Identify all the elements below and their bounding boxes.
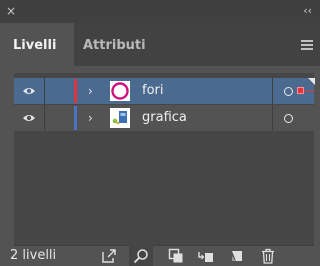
new-sublayer-icon[interactable] (198, 248, 214, 264)
lock-toggle[interactable] (44, 105, 75, 131)
target-cell[interactable] (272, 105, 315, 131)
search-button[interactable] (129, 245, 153, 266)
layer-row-fori[interactable]: › fori (14, 78, 315, 104)
layer-color-bar (74, 106, 77, 130)
layers-panel: × ‹‹ Livelli Attributi › fori › grafica … (0, 0, 320, 266)
export-icon[interactable] (101, 248, 117, 264)
tab-livelli[interactable]: Livelli (0, 23, 74, 66)
clipping-mask-icon[interactable] (168, 248, 184, 264)
eye-icon (23, 88, 35, 94)
panel-titlebar: × ‹‹ (0, 0, 320, 23)
hamburger-menu-icon[interactable] (301, 40, 313, 50)
visibility-toggle[interactable] (14, 78, 42, 104)
layer-thumbnail (110, 81, 130, 101)
visibility-toggle[interactable] (14, 105, 42, 131)
close-icon[interactable]: × (6, 2, 16, 20)
target-circle-icon[interactable] (284, 114, 293, 123)
collapse-icon[interactable]: ‹‹ (303, 2, 312, 20)
eye-icon (23, 115, 35, 121)
layer-color-bar (74, 79, 77, 103)
layer-row-grafica[interactable]: › grafica (14, 105, 314, 131)
search-icon (133, 249, 148, 264)
magenta-ring-icon (111, 82, 129, 100)
target-circle-icon[interactable] (284, 87, 293, 96)
tab-bar: Livelli Attributi (0, 23, 320, 66)
layers-list: › fori › grafica (14, 73, 315, 245)
layer-name[interactable]: fori (142, 78, 164, 104)
tab-attributi[interactable]: Attributi (74, 23, 154, 66)
lock-toggle[interactable] (44, 78, 75, 104)
chevron-right-icon[interactable]: › (88, 81, 93, 101)
layer-count: 2 livelli (10, 248, 57, 263)
delete-icon[interactable] (260, 248, 276, 264)
layer-name[interactable]: grafica (142, 105, 187, 131)
target-cell[interactable] (272, 78, 315, 104)
selection-indicator-icon[interactable] (297, 87, 304, 94)
graphic-preview-icon (112, 111, 127, 125)
layer-thumbnail (110, 108, 130, 128)
chevron-right-icon[interactable]: › (88, 108, 93, 128)
current-layer-flag-icon (308, 78, 315, 85)
new-layer-icon[interactable] (229, 248, 245, 264)
panel-footer: 2 livelli (0, 245, 320, 266)
